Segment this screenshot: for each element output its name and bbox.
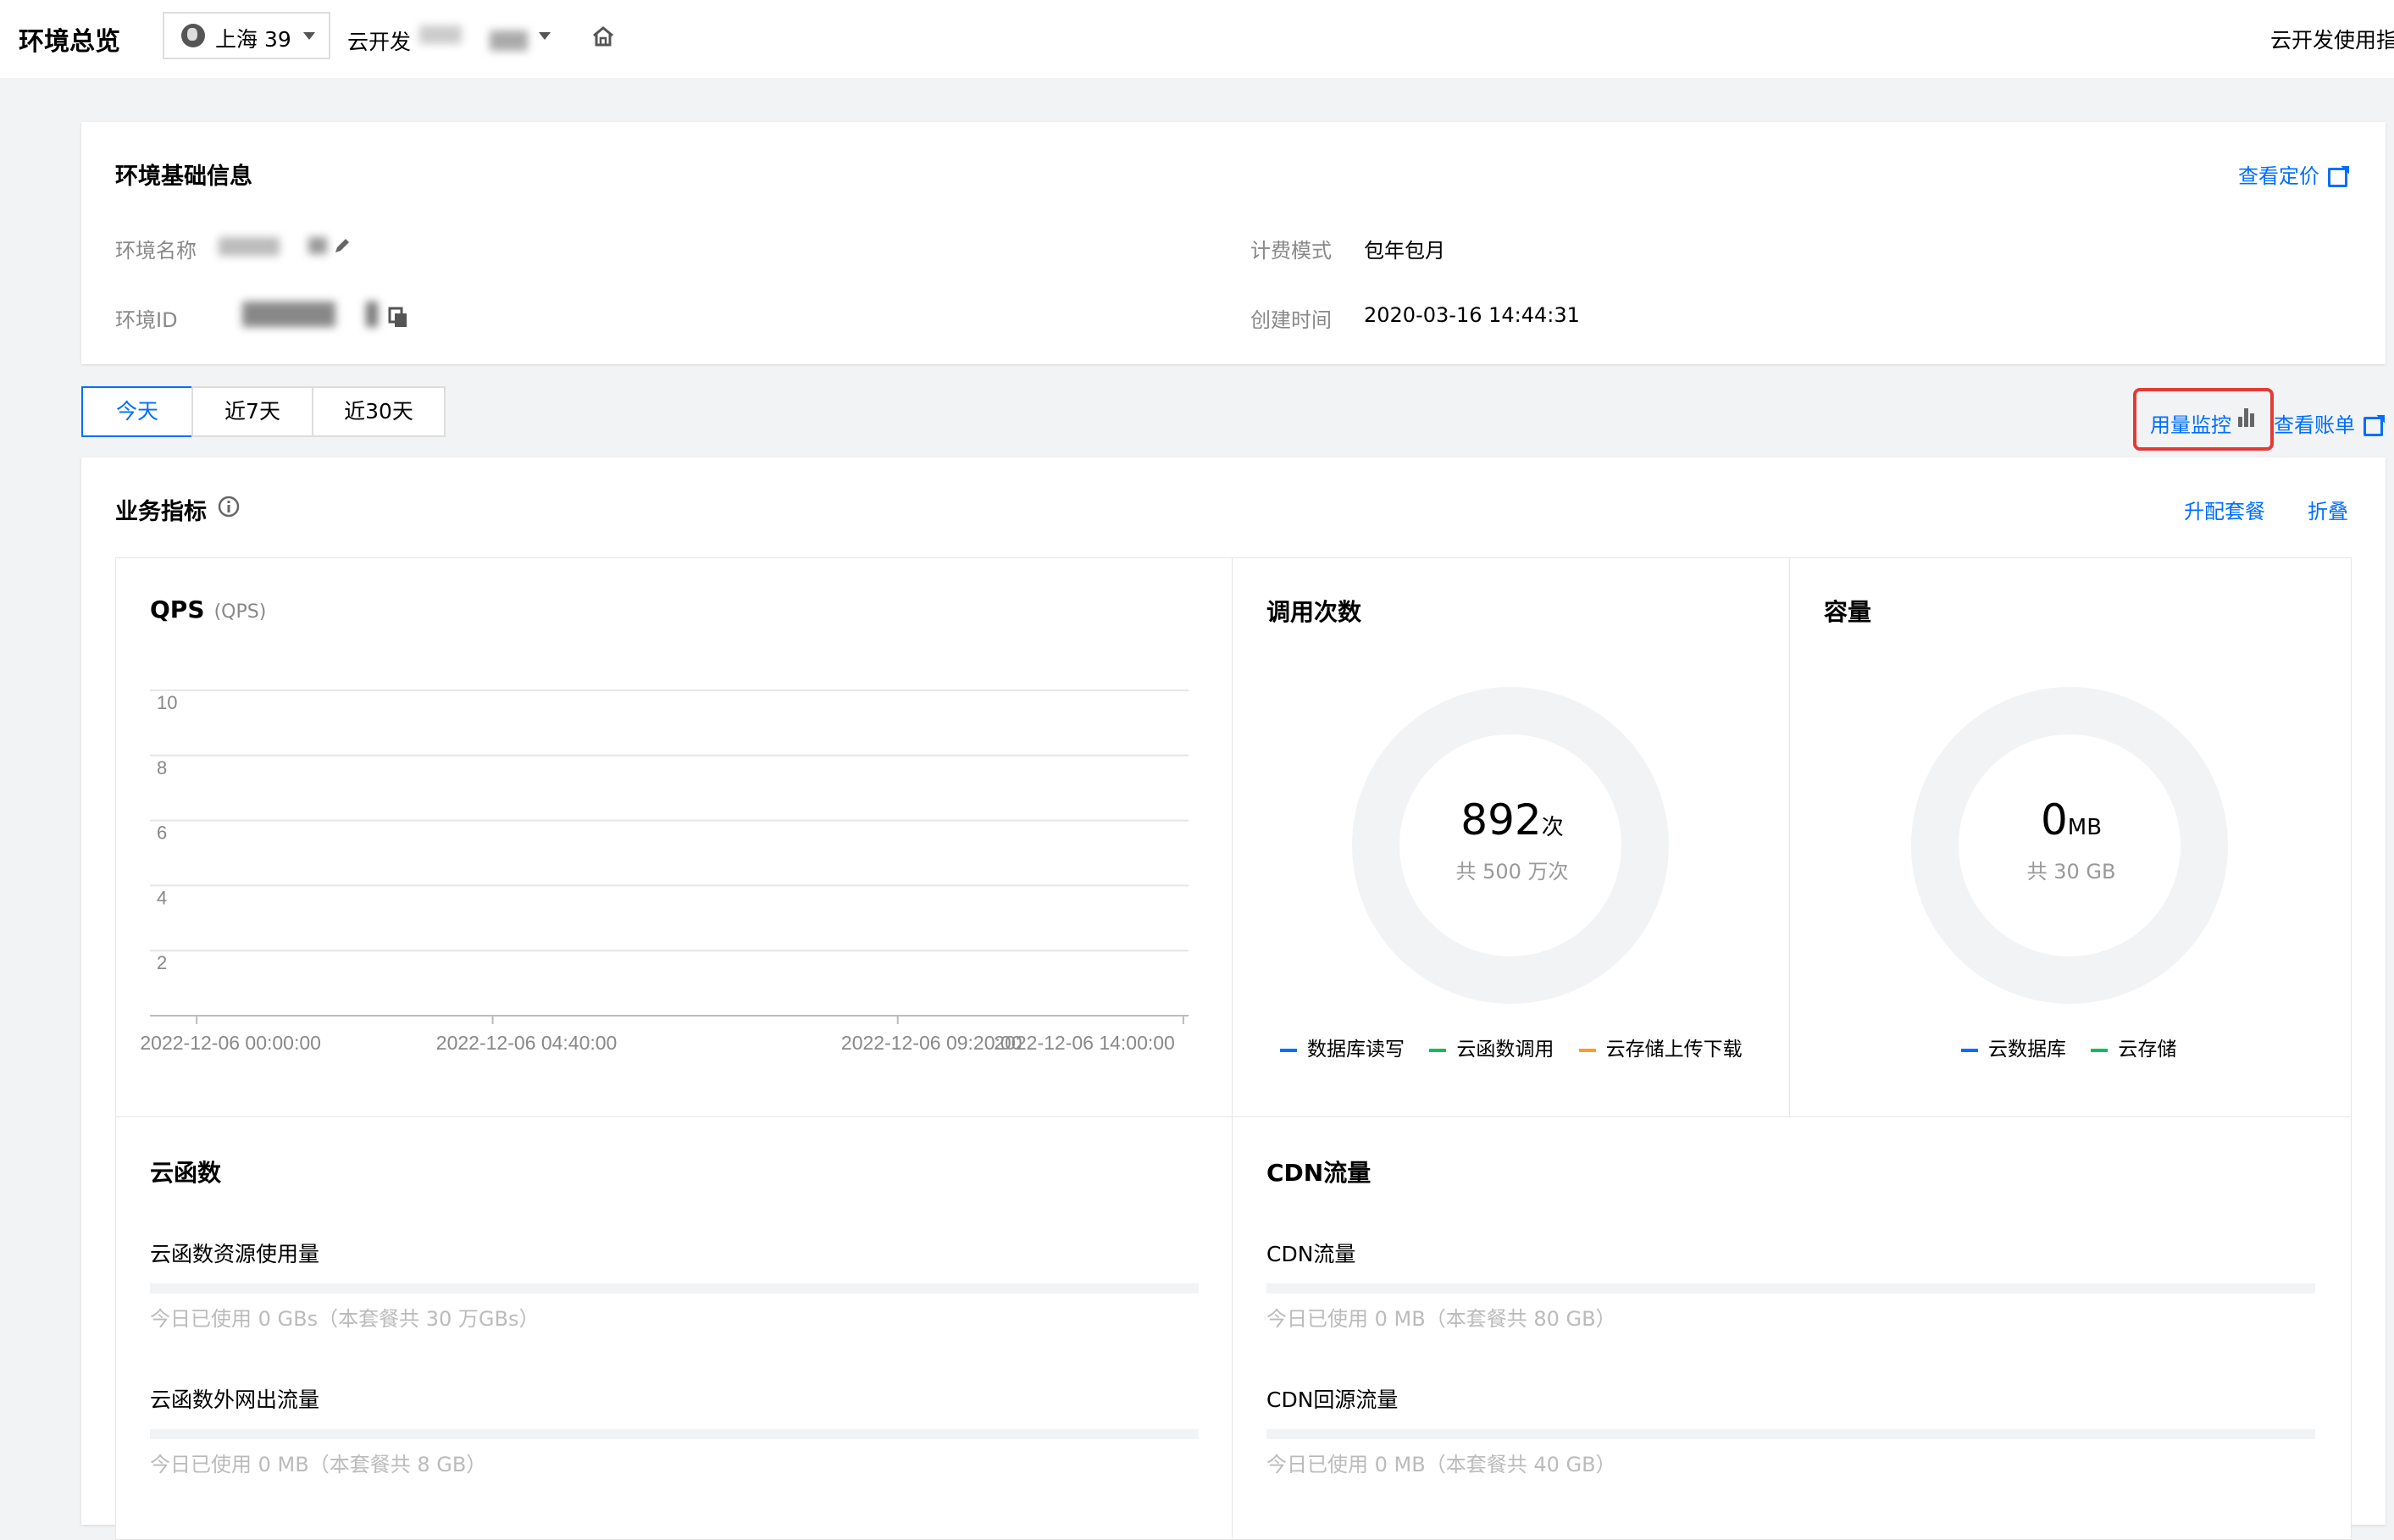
env-name-tail-redacted [308,237,327,254]
legend-label: 云存储上传下载 [1605,1039,1743,1061]
basic-info-card: 环境基础信息 查看定价 环境名称 环境ID 计费模式 包年包月 创建时间 202… [81,122,2386,364]
view-bill-link[interactable]: 查看账单 [2274,408,2383,438]
legend-dash-icon [1280,1048,1297,1052]
qps-chart: 2 4 6 8 10 2022-12-06 00:00:00 2022-12-06 04:4… [140,690,1189,1054]
y-tick-label: 8 [157,757,167,778]
env-id-label: 环境ID [115,308,178,332]
business-title: 业务指标 [115,499,207,525]
y-tick-label: 10 [157,692,177,713]
legend-label: 云函数调用 [1456,1039,1554,1061]
cdn-traffic-text: 今日已使用 0 MB（本套餐共 80 GB） [1266,1307,1616,1331]
globe-icon [181,24,205,47]
calls-title: 调用次数 [1266,598,1362,626]
functions-title: 云函数 [150,1159,222,1187]
x-tick-label: 2022-12-06 04:40:00 [436,1032,618,1054]
y-tick-label: 4 [157,887,167,908]
calls-total: 共 500 万次 [1455,860,1569,884]
calls-panel: 调用次数 892次 共 500 万次 数据库读写 云函数调用 云存储上传下载 [1232,557,1791,1118]
created-label: 创建时间 [1250,308,1332,332]
legend-dash-icon [1429,1048,1447,1052]
external-link-icon [2364,416,2383,436]
env-id-redacted [490,30,528,51]
cdn-origin-label: CDN回源流量 [1266,1388,1399,1412]
external-link-icon [2328,167,2347,187]
env-id-tail-redacted [366,302,378,327]
x-tick-label: 2022-12-06 14:00:00 [994,1032,1175,1054]
env-dropdown-icon[interactable] [539,32,551,40]
qps-panel: QPS (QPS) 2 4 6 8 10 2022-12-06 00:00:00 2022-… [115,557,1233,1118]
edit-icon[interactable] [332,235,352,256]
pricing-link[interactable]: 查看定价 [2238,159,2347,189]
chevron-down-icon [303,32,315,40]
capacity-number: 0 [2040,795,2068,845]
legend-label: 数据库读写 [1307,1039,1405,1061]
calls-unit: 次 [1541,815,1564,840]
legend-item-func: 云函数调用 [1429,1039,1554,1061]
info-icon[interactable] [217,495,241,518]
legend-dash-icon [2091,1048,2109,1052]
region-selector[interactable]: 上海 39 [163,12,330,59]
legend-item-storage: 云存储 [2091,1039,2176,1061]
func-usage-label: 云函数资源使用量 [150,1242,320,1266]
billing-value: 包年包月 [1364,239,1445,263]
capacity-legend: 云数据库 云存储 [1961,1033,2176,1061]
copy-icon[interactable] [388,307,408,329]
cdn-origin-bar [1266,1429,2315,1439]
capacity-unit: MB [2067,815,2103,840]
func-usage-bar [150,1283,1199,1293]
env-name-label: 环境名称 [115,239,197,263]
calls-number: 892 [1460,795,1542,845]
tab-7days[interactable]: 近7天 [191,386,313,437]
func-traffic-bar [150,1429,1199,1439]
top-bar: 环境总览 上海 39 云开发 云开发使用指 [0,0,2394,78]
legend-item-db: 数据库读写 [1280,1039,1405,1061]
x-tick-label: 2022-12-06 00:00:00 [140,1032,321,1054]
env-name-value-redacted [219,237,280,256]
func-traffic-text: 今日已使用 0 MB（本套餐共 8 GB） [150,1453,487,1476]
view-bill-label: 查看账单 [2274,413,2355,437]
cdn-traffic-bar [1266,1283,2315,1293]
capacity-title: 容量 [1824,598,1872,626]
func-usage-text: 今日已使用 0 GBs（本套餐共 30 万GBs） [150,1307,540,1331]
capacity-total: 共 30 GB [2026,860,2116,884]
home-icon[interactable] [591,25,615,47]
env-selector-label[interactable]: 云开发 [347,25,411,56]
env-name-redacted [419,25,462,44]
usage-monitor-link[interactable]: 用量监控 [2150,408,2231,438]
cdn-origin-text: 今日已使用 0 MB（本套餐共 40 GB） [1266,1453,1616,1476]
billing-label: 计费模式 [1250,239,1332,263]
business-metrics-card: 业务指标 升配套餐 折叠 QPS (QPS) 2 4 6 8 10 2022-12-06 … [81,457,2386,1540]
basic-info-title: 环境基础信息 [115,163,252,190]
legend-item-storage: 云存储上传下载 [1578,1039,1743,1061]
cdn-panel: CDN流量 CDN流量 今日已使用 0 MB（本套餐共 80 GB） CDN回源… [1232,1116,2352,1540]
created-value: 2020-03-16 14:44:31 [1364,303,1580,327]
capacity-donut [1911,687,2228,1004]
legend-dash-icon [1578,1048,1596,1052]
y-tick-label: 2 [157,952,167,973]
capacity-value: 0MB [1790,795,2352,845]
upgrade-link[interactable]: 升配套餐 [2184,495,2265,524]
env-id-value-redacted [242,302,335,327]
calls-value: 892次 [1233,795,1792,845]
tab-today[interactable]: 今天 [81,386,193,437]
bar-chart-icon[interactable] [2236,407,2257,427]
legend-label: 云数据库 [1988,1039,2066,1061]
func-traffic-label: 云函数外网出流量 [150,1388,320,1412]
tab-30days[interactable]: 近30天 [312,386,446,437]
calls-donut [1352,687,1669,1004]
region-label: 上海 39 [215,27,291,52]
y-tick-label: 6 [157,823,167,844]
functions-panel: 云函数 云函数资源使用量 今日已使用 0 GBs（本套餐共 30 万GBs） 云… [115,1116,1233,1540]
guide-link[interactable]: 云开发使用指 [2270,24,2394,54]
page-title: 环境总览 [19,27,120,57]
capacity-panel: 容量 0MB 共 30 GB 云数据库 云存储 [1789,557,2352,1118]
legend-dash-icon [1961,1048,1978,1052]
cdn-traffic-label: CDN流量 [1266,1242,1356,1266]
pricing-link-label: 查看定价 [2238,164,2319,188]
calls-legend: 数据库读写 云函数调用 云存储上传下载 [1280,1033,1743,1061]
legend-item-db: 云数据库 [1961,1039,2066,1061]
collapse-link[interactable]: 折叠 [2308,495,2348,524]
cdn-title: CDN流量 [1266,1159,1372,1187]
legend-label: 云存储 [2118,1039,2177,1061]
